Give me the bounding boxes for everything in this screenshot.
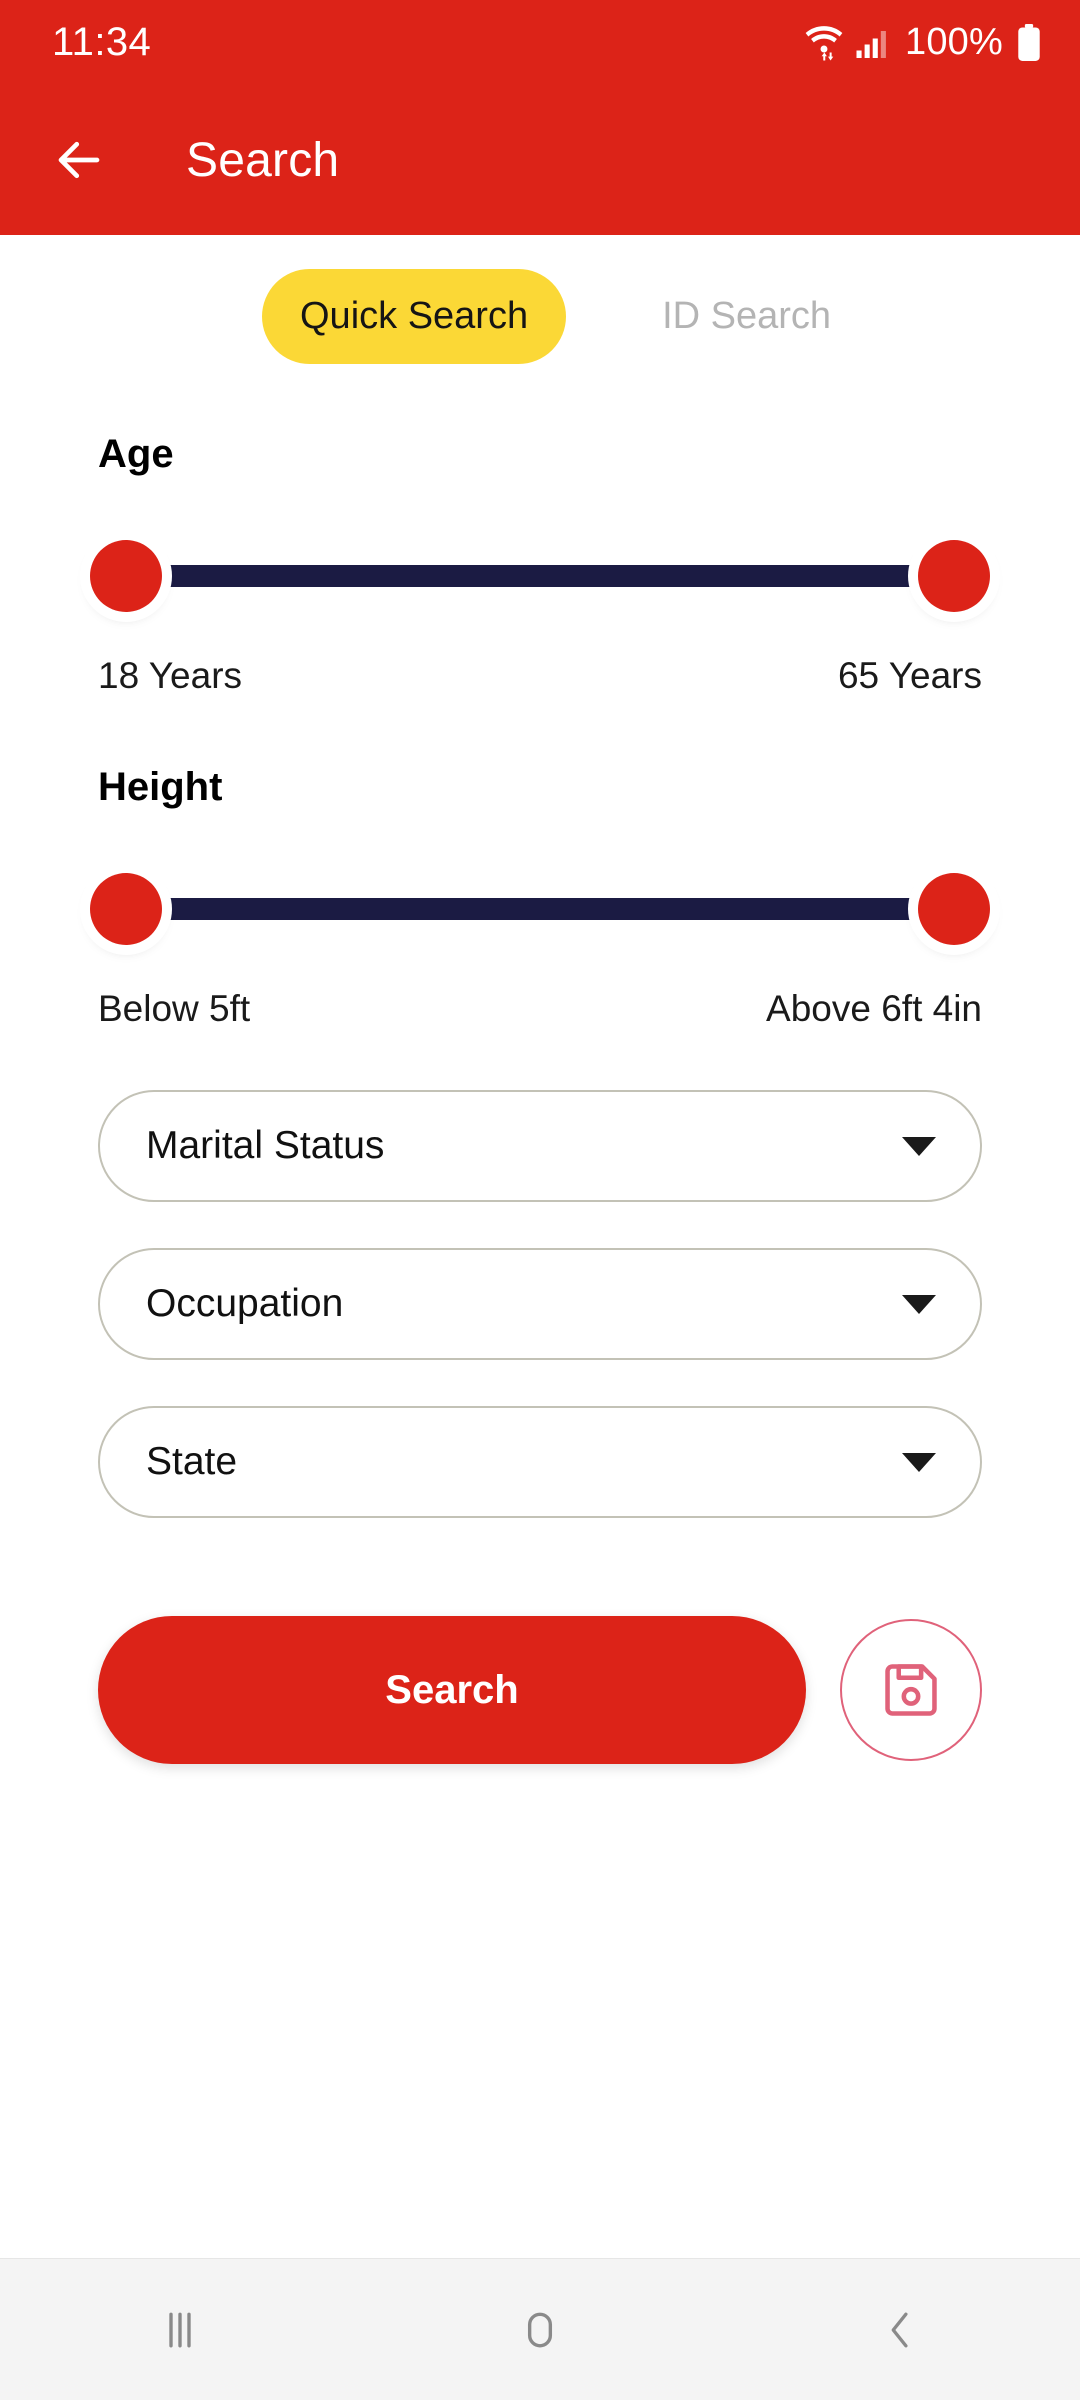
- battery-icon: [1018, 23, 1040, 61]
- age-slider-track[interactable]: [158, 565, 922, 587]
- nav-recents-button[interactable]: [90, 2259, 270, 2400]
- tab-bar: Quick Search ID Search: [0, 235, 1080, 364]
- dropdown-occupation-label: Occupation: [146, 1282, 344, 1325]
- chevron-down-icon: [902, 1294, 936, 1314]
- save-search-button[interactable]: [840, 1619, 982, 1761]
- back-chevron-icon: [891, 2312, 908, 2347]
- page-title: Search: [186, 133, 340, 187]
- age-min-label: 18 Years: [98, 655, 243, 696]
- chevron-down-icon: [902, 1452, 936, 1472]
- phone-screen: 11:34 100% Search Quick Search ID Search…: [0, 0, 1080, 2400]
- age-range-slider[interactable]: [90, 533, 990, 619]
- system-nav-bar: [0, 2258, 1080, 2400]
- recents-icon: [169, 2312, 191, 2347]
- dropdown-occupation[interactable]: Occupation: [98, 1248, 982, 1360]
- age-range-labels: 18 Years 65 Years: [98, 655, 982, 697]
- height-range-labels: Below 5ft Above 6ft 4in: [98, 988, 982, 1030]
- height-range-slider[interactable]: [90, 866, 990, 952]
- save-floppy-icon: [885, 1664, 937, 1716]
- height-slider-thumb-max[interactable]: [918, 873, 990, 945]
- dropdown-state-label: State: [146, 1440, 238, 1483]
- age-section-label: Age: [98, 432, 174, 476]
- tab-quick-search[interactable]: Quick Search: [262, 269, 567, 364]
- dropdown-marital-status[interactable]: Marital Status: [98, 1090, 982, 1202]
- action-row: Search: [98, 1616, 982, 1764]
- height-max-label: Above 6ft 4in: [766, 988, 982, 1029]
- status-indicators: 100%: [802, 21, 1042, 64]
- signal-icon: [856, 30, 886, 58]
- chevron-down-icon: [902, 1136, 936, 1156]
- app-bar: Search: [0, 85, 1080, 235]
- search-filters: Age 18 Years 65 Years Height Below 5ft A…: [0, 364, 1080, 1764]
- age-slider-thumb-max[interactable]: [918, 540, 990, 612]
- age-slider-thumb-min[interactable]: [90, 540, 162, 612]
- height-min-label: Below 5ft: [98, 988, 251, 1029]
- wifi-icon: [805, 25, 843, 60]
- status-bar: 11:34 100%: [0, 0, 1080, 85]
- search-button[interactable]: Search: [98, 1616, 806, 1764]
- age-max-label: 65 Years: [837, 655, 982, 696]
- nav-back-button[interactable]: [810, 2259, 990, 2400]
- dropdown-state[interactable]: State: [98, 1406, 982, 1518]
- dropdown-marital-status-label: Marital Status: [146, 1124, 385, 1167]
- nav-home-button[interactable]: [450, 2259, 630, 2400]
- battery-percent-label: 100%: [905, 21, 1003, 63]
- home-icon: [527, 2312, 553, 2347]
- height-slider-thumb-min[interactable]: [90, 873, 162, 945]
- tab-id-search[interactable]: ID Search: [624, 269, 869, 364]
- height-slider-track[interactable]: [158, 898, 922, 920]
- back-arrow-icon[interactable]: [52, 133, 106, 187]
- height-section-label: Height: [98, 765, 223, 809]
- status-clock: 11:34: [52, 20, 152, 64]
